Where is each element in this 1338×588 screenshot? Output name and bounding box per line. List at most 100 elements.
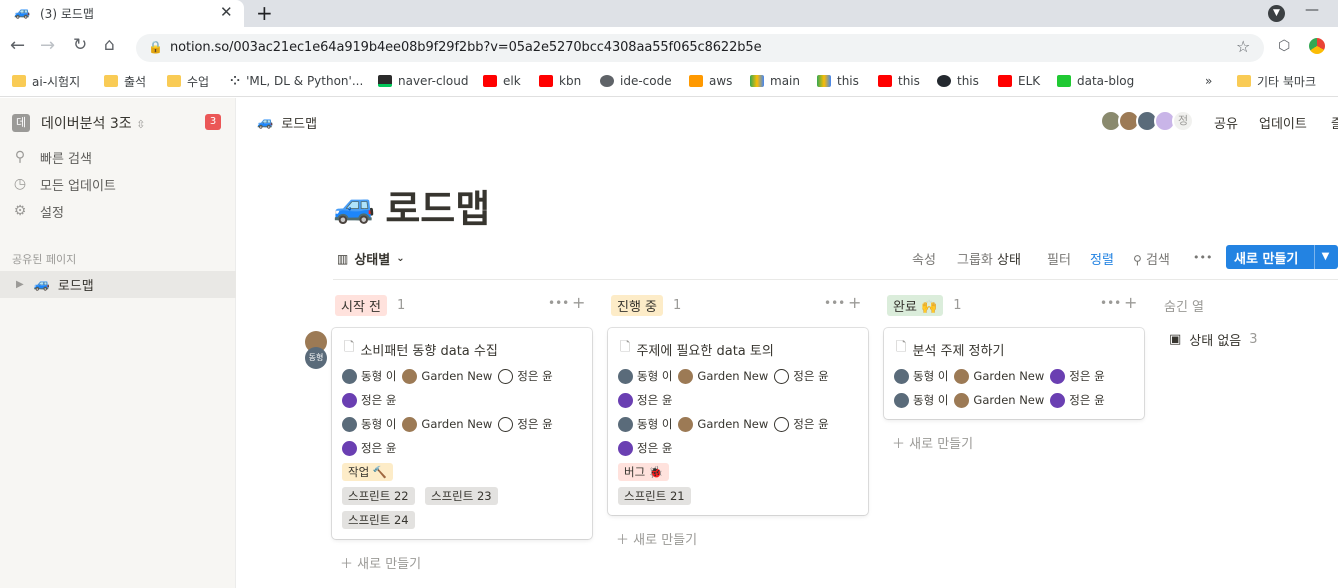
person[interactable]: Garden New xyxy=(678,416,768,432)
person[interactable]: Garden New xyxy=(954,368,1044,384)
properties-button[interactable]: 속성 xyxy=(912,249,936,268)
card-title[interactable]: 🗋 주제에 필요한 data 토의 xyxy=(620,338,774,360)
column-more-icon[interactable]: ••• xyxy=(1100,296,1121,310)
person[interactable]: 정은 윤 xyxy=(618,440,672,456)
new-tab-icon[interactable]: + xyxy=(256,1,273,25)
url-text[interactable]: notion.so/003ac21ec1e64a919b4ee08b9f29f2… xyxy=(170,40,762,55)
person[interactable]: Garden New xyxy=(402,416,492,432)
board-card[interactable]: 🗋 주제에 필요한 data 토의 동형 이 Garden New 정은 윤 정은… xyxy=(608,328,868,515)
person[interactable]: 동형 이 xyxy=(894,368,948,384)
column-more-icon[interactable]: ••• xyxy=(548,296,569,310)
person[interactable]: 동형 이 xyxy=(618,368,672,384)
person[interactable]: 정은 윤 xyxy=(498,368,553,384)
bookmark-item[interactable]: aws xyxy=(689,72,732,90)
bookmark-item[interactable]: main xyxy=(750,72,800,90)
person[interactable]: 정은 윤 xyxy=(774,416,829,432)
person[interactable]: 정은 윤 xyxy=(774,368,829,384)
share-button[interactable]: 공유 xyxy=(1214,113,1238,132)
card-title[interactable]: 🗋 분석 주제 정하기 xyxy=(896,338,1004,360)
extension-icon[interactable]: ⬡ xyxy=(1278,38,1290,54)
people-row: 정은 윤 xyxy=(342,390,402,410)
chevron-down-icon[interactable]: ▼ xyxy=(1314,245,1336,269)
person[interactable]: 정은 윤 xyxy=(618,392,672,408)
avatar[interactable]: 정 xyxy=(1172,110,1194,132)
column-header[interactable]: 시작 전 1 xyxy=(335,294,405,316)
bookmarks-overflow[interactable]: » xyxy=(1205,72,1212,90)
search-button[interactable]: ⚲ 검색 xyxy=(1133,249,1170,268)
bookmark-item[interactable]: ai-시험지 xyxy=(12,72,80,90)
new-item-button[interactable]: ＋ 새로 만들기 xyxy=(340,553,421,572)
bookmark-item[interactable]: elk xyxy=(483,72,521,90)
plus-icon: ＋ xyxy=(616,533,630,548)
person[interactable]: 동형 이 xyxy=(342,416,396,432)
person[interactable]: 동형 이 xyxy=(618,416,672,432)
bookmark-item[interactable]: data-blog xyxy=(1057,72,1134,90)
person[interactable]: Garden New xyxy=(954,392,1044,408)
bookmark-item[interactable]: ide-code xyxy=(600,72,672,90)
workspace-switcher[interactable]: 데이버분석 3조 ⇳ xyxy=(41,113,145,133)
bookmark-item[interactable]: this xyxy=(937,72,979,90)
minimize-icon[interactable]: — xyxy=(1305,2,1319,18)
reload-icon[interactable]: ↻ xyxy=(73,35,87,55)
person[interactable]: Garden New xyxy=(402,368,492,384)
person[interactable]: 정은 윤 xyxy=(1050,392,1105,408)
sidebar-item-updates[interactable]: ◷ 모든 업데이트 xyxy=(12,173,116,195)
person[interactable]: 정은 윤 xyxy=(1050,368,1105,384)
person[interactable]: Garden New xyxy=(678,368,768,384)
url-field[interactable]: 🔒 notion.so/003ac21ec1e64a919b4ee08b9f29… xyxy=(136,34,1264,62)
person[interactable]: 정은 윤 xyxy=(342,392,396,408)
avatar xyxy=(678,416,694,432)
sidebar-item-roadmap[interactable]: ▶ 🚙 로드맵 xyxy=(0,271,236,298)
expand-arrow-icon[interactable]: ▶ xyxy=(16,279,24,290)
add-icon[interactable]: + xyxy=(1124,293,1137,312)
new-item-button[interactable]: ＋ 새로 만들기 xyxy=(892,433,973,452)
back-icon[interactable]: ← xyxy=(10,35,25,56)
group-button[interactable]: 그룹화 상태 xyxy=(957,249,1021,268)
person[interactable]: 정은 윤 xyxy=(342,440,396,456)
bug-tag: 버그 🐞 xyxy=(618,463,670,481)
workspace-icon[interactable]: 데 xyxy=(12,114,30,132)
tab-search-icon[interactable]: ▼ xyxy=(1268,5,1285,22)
hidden-column-no-status[interactable]: ▣ 상태 없음 3 xyxy=(1169,330,1258,349)
page-title[interactable]: 🚙 로드맵 xyxy=(333,178,490,233)
bookmark-item[interactable]: this xyxy=(878,72,920,90)
sidebar-item-search[interactable]: ⚲ 빠른 검색 xyxy=(12,146,92,168)
person[interactable]: 정은 윤 xyxy=(498,416,553,432)
close-icon[interactable]: ✕ xyxy=(220,3,233,21)
profile-icon[interactable] xyxy=(1309,38,1325,54)
filter-button[interactable]: 필터 xyxy=(1047,249,1071,268)
sort-button[interactable]: 정렬 xyxy=(1090,249,1114,268)
column-more-icon[interactable]: ••• xyxy=(824,296,845,310)
more-icon[interactable]: ••• xyxy=(1193,251,1212,264)
bookmark-item[interactable]: this xyxy=(817,72,859,90)
person[interactable]: 동형 이 xyxy=(342,368,396,384)
sidebar-item-settings[interactable]: ⚙ 설정 xyxy=(12,200,64,222)
other-bookmarks[interactable]: 기타 북마크 xyxy=(1237,72,1316,90)
board-card[interactable]: 🗋 소비패턴 동향 data 수집 동형 이 Garden New 정은 윤 정은… xyxy=(332,328,592,539)
home-icon[interactable]: ⌂ xyxy=(104,35,115,55)
favorite-button[interactable]: 즐 xyxy=(1331,113,1338,132)
updates-button[interactable]: 업데이트 xyxy=(1259,113,1307,132)
add-icon[interactable]: + xyxy=(572,293,585,312)
bookmark-item[interactable]: kbn xyxy=(539,72,581,90)
view-selector[interactable]: ▥ 상태별 ⌄ xyxy=(337,249,405,269)
board-card[interactable]: 🗋 분석 주제 정하기 동형 이 Garden New 정은 윤 동형 이 Gar… xyxy=(884,328,1144,419)
person[interactable]: 동형 이 xyxy=(894,392,948,408)
people-row: 동형 이 Garden New 정은 윤 xyxy=(342,366,559,386)
new-item-button[interactable]: ＋ 새로 만들기 xyxy=(616,529,697,548)
card-title[interactable]: 🗋 소비패턴 동향 data 수집 xyxy=(344,338,498,360)
bookmark-item[interactable]: ⁘ 'ML, DL & Python'... xyxy=(230,72,363,90)
bookmark-item[interactable]: ELK xyxy=(998,72,1040,90)
bookmark-item[interactable]: 수업 xyxy=(167,72,209,90)
search-icon: ⚲ xyxy=(1133,253,1142,267)
add-icon[interactable]: + xyxy=(848,293,861,312)
column-header[interactable]: 완료 🙌 1 xyxy=(887,294,962,316)
bookmark-item[interactable]: naver-cloud xyxy=(378,72,468,90)
browser-tab[interactable]: 🚙 (3) 로드맵 ✕ xyxy=(0,0,244,27)
breadcrumb[interactable]: 🚙 로드맵 xyxy=(257,113,317,132)
column-header[interactable]: 진행 중 1 xyxy=(611,294,681,316)
forward-icon[interactable]: → xyxy=(40,35,55,56)
new-button[interactable]: 새로 만들기 ▼ xyxy=(1226,245,1338,269)
bookmark-item[interactable]: 출석 xyxy=(104,72,146,90)
bookmark-star-icon[interactable]: ☆ xyxy=(1236,37,1250,56)
